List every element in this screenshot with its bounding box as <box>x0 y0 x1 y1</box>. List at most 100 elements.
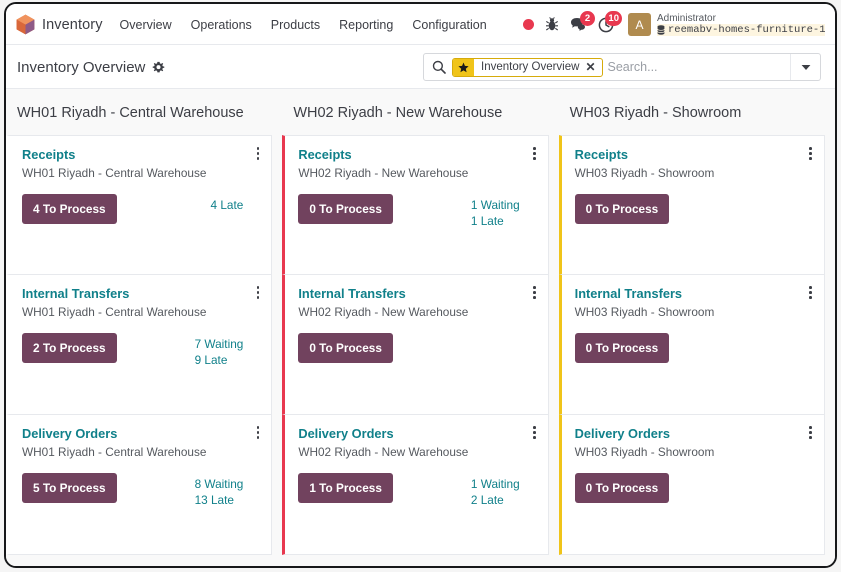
card-menu-icon[interactable] <box>530 285 539 300</box>
kanban-card-receipts[interactable]: Receipts WH02 Riyadh - New Warehouse 0 T… <box>282 135 549 275</box>
card-title[interactable]: Receipts <box>575 147 814 162</box>
card-stats: 1 Waiting 2 Late <box>471 473 520 507</box>
user-name: Administrator <box>657 12 716 24</box>
stat-waiting[interactable]: 1 Waiting <box>471 198 520 212</box>
card-stats: 8 Waiting 13 Late <box>195 473 244 507</box>
stat-late[interactable]: 9 Late <box>195 353 228 367</box>
messages-badge: 2 <box>580 11 595 26</box>
menu-item-products[interactable]: Products <box>270 15 321 35</box>
card-title[interactable]: Internal Transfers <box>298 286 537 301</box>
stat-waiting[interactable]: 8 Waiting <box>195 477 244 491</box>
kanban-card-receipts[interactable]: Receipts WH01 Riyadh - Central Warehouse… <box>6 135 273 275</box>
menu-item-configuration[interactable]: Configuration <box>411 15 487 35</box>
card-subtitle: WH01 Riyadh - Central Warehouse <box>22 445 207 459</box>
user-info: Administrator reemabv-homes-furniture-17… <box>657 13 825 37</box>
top-navbar: Inventory Overview Operations Products R… <box>6 4 835 45</box>
card-subtitle: WH01 Riyadh - Central Warehouse <box>22 305 207 319</box>
kanban-column-wh02: WH02 Riyadh - New Warehouse Receipts WH0… <box>282 89 558 566</box>
kanban-card-delivery-orders[interactable]: Delivery Orders WH02 Riyadh - New Wareho… <box>282 415 549 555</box>
card-title[interactable]: Receipts <box>298 147 537 162</box>
browser-window: Inventory Overview Operations Products R… <box>4 2 837 568</box>
messages-icon[interactable]: 2 <box>570 11 595 32</box>
star-icon <box>453 58 474 76</box>
search-facet-label: Inventory Overview <box>481 61 580 73</box>
card-menu-icon[interactable] <box>254 425 263 440</box>
kanban-card-internal-transfers[interactable]: Internal Transfers WH01 Riyadh - Central… <box>6 275 273 415</box>
stat-waiting[interactable]: 7 Waiting <box>195 337 244 351</box>
user-menu[interactable]: A Administrator reemabv-homes-furniture-… <box>628 13 825 37</box>
menu-item-reporting[interactable]: Reporting <box>338 15 394 35</box>
to-process-button[interactable]: 0 To Process <box>574 194 670 224</box>
menu-item-overview[interactable]: Overview <box>119 15 173 35</box>
card-title[interactable]: Internal Transfers <box>22 286 261 301</box>
card-menu-icon[interactable] <box>530 146 539 161</box>
stat-late[interactable]: 13 Late <box>195 493 234 507</box>
gear-icon[interactable] <box>152 61 165 74</box>
database-icon <box>657 25 665 35</box>
to-process-button[interactable]: 0 To Process <box>574 333 670 363</box>
card-menu-icon[interactable] <box>806 285 815 300</box>
breadcrumb: Inventory Overview <box>17 59 165 76</box>
kanban-card-delivery-orders[interactable]: Delivery Orders WH01 Riyadh - Central Wa… <box>6 415 273 555</box>
stat-late[interactable]: 2 Late <box>471 493 504 507</box>
search-input[interactable] <box>607 60 790 74</box>
search-icon <box>424 60 452 74</box>
column-cards: Receipts WH03 Riyadh - Showroom 0 To Pro… <box>558 135 825 555</box>
card-title[interactable]: Receipts <box>22 147 261 162</box>
card-title[interactable]: Delivery Orders <box>22 426 261 441</box>
search-facet-inventory-overview[interactable]: Inventory Overview ✕ <box>452 57 603 77</box>
column-header: WH03 Riyadh - Showroom <box>569 105 742 121</box>
to-process-button[interactable]: 1 To Process <box>298 473 393 503</box>
activities-clock-icon[interactable]: 10 <box>598 10 622 33</box>
activities-badge: 10 <box>605 10 622 26</box>
to-process-button[interactable]: 0 To Process <box>574 473 670 503</box>
database-name: reemabv-homes-furniture-17… <box>668 24 825 37</box>
column-header: WH02 Riyadh - New Warehouse <box>293 105 503 121</box>
status-dot-icon[interactable] <box>523 19 534 30</box>
card-title[interactable]: Internal Transfers <box>575 286 814 301</box>
kanban-column-wh03: WH03 Riyadh - Showroom Receipts WH03 Riy… <box>558 89 835 566</box>
card-menu-icon[interactable] <box>254 285 263 300</box>
kanban-card-internal-transfers[interactable]: Internal Transfers WH02 Riyadh - New War… <box>282 275 549 415</box>
menu-item-operations[interactable]: Operations <box>190 15 253 35</box>
avatar: A <box>628 13 651 36</box>
card-menu-icon[interactable] <box>806 146 815 161</box>
kanban-card-delivery-orders[interactable]: Delivery Orders WH03 Riyadh - Showroom 0… <box>558 415 825 555</box>
card-subtitle: WH02 Riyadh - New Warehouse <box>298 305 469 319</box>
column-cards: Receipts WH02 Riyadh - New Warehouse 0 T… <box>282 135 549 555</box>
stat-late[interactable]: 4 Late <box>211 198 244 212</box>
stat-waiting[interactable]: 1 Waiting <box>471 477 520 491</box>
to-process-button[interactable]: 2 To Process <box>22 333 117 363</box>
card-subtitle: WH03 Riyadh - Showroom <box>574 445 715 459</box>
app-name: Inventory <box>42 16 103 33</box>
to-process-button[interactable]: 0 To Process <box>298 333 393 363</box>
card-menu-icon[interactable] <box>530 425 539 440</box>
card-stats: 4 Late <box>211 194 244 212</box>
search-bar[interactable]: Inventory Overview ✕ <box>423 53 821 81</box>
kanban-column-wh01: WH01 Riyadh - Central Warehouse Receipts… <box>6 89 282 566</box>
database-name-wrapper: reemabv-homes-furniture-17… <box>657 24 825 37</box>
to-process-button[interactable]: 5 To Process <box>22 473 117 503</box>
kanban-card-internal-transfers[interactable]: Internal Transfers WH03 Riyadh - Showroo… <box>558 275 825 415</box>
inventory-cube-icon <box>16 14 35 35</box>
stat-late[interactable]: 1 Late <box>471 214 504 228</box>
bug-icon[interactable] <box>545 17 559 32</box>
to-process-button[interactable]: 4 To Process <box>22 194 117 224</box>
app-brand[interactable]: Inventory <box>16 14 103 35</box>
page-title: Inventory Overview <box>17 58 146 76</box>
kanban-board: WH01 Riyadh - Central Warehouse Receipts… <box>6 89 835 566</box>
column-header: WH01 Riyadh - Central Warehouse <box>17 105 244 121</box>
card-stats: 1 Waiting 1 Late <box>471 194 520 228</box>
close-icon[interactable]: ✕ <box>585 60 601 74</box>
card-subtitle: WH02 Riyadh - New Warehouse <box>298 166 469 180</box>
card-subtitle: WH03 Riyadh - Showroom <box>574 305 715 319</box>
chevron-down-icon[interactable] <box>790 54 820 80</box>
card-menu-icon[interactable] <box>254 146 263 161</box>
navbar-systray: 2 10 A Administrator reemabv-homes-furni… <box>523 10 827 37</box>
to-process-button[interactable]: 0 To Process <box>298 194 393 224</box>
card-subtitle: WH01 Riyadh - Central Warehouse <box>22 166 207 180</box>
card-menu-icon[interactable] <box>806 425 815 440</box>
card-title[interactable]: Delivery Orders <box>298 426 537 441</box>
kanban-card-receipts[interactable]: Receipts WH03 Riyadh - Showroom 0 To Pro… <box>558 135 825 275</box>
card-title[interactable]: Delivery Orders <box>575 426 814 441</box>
